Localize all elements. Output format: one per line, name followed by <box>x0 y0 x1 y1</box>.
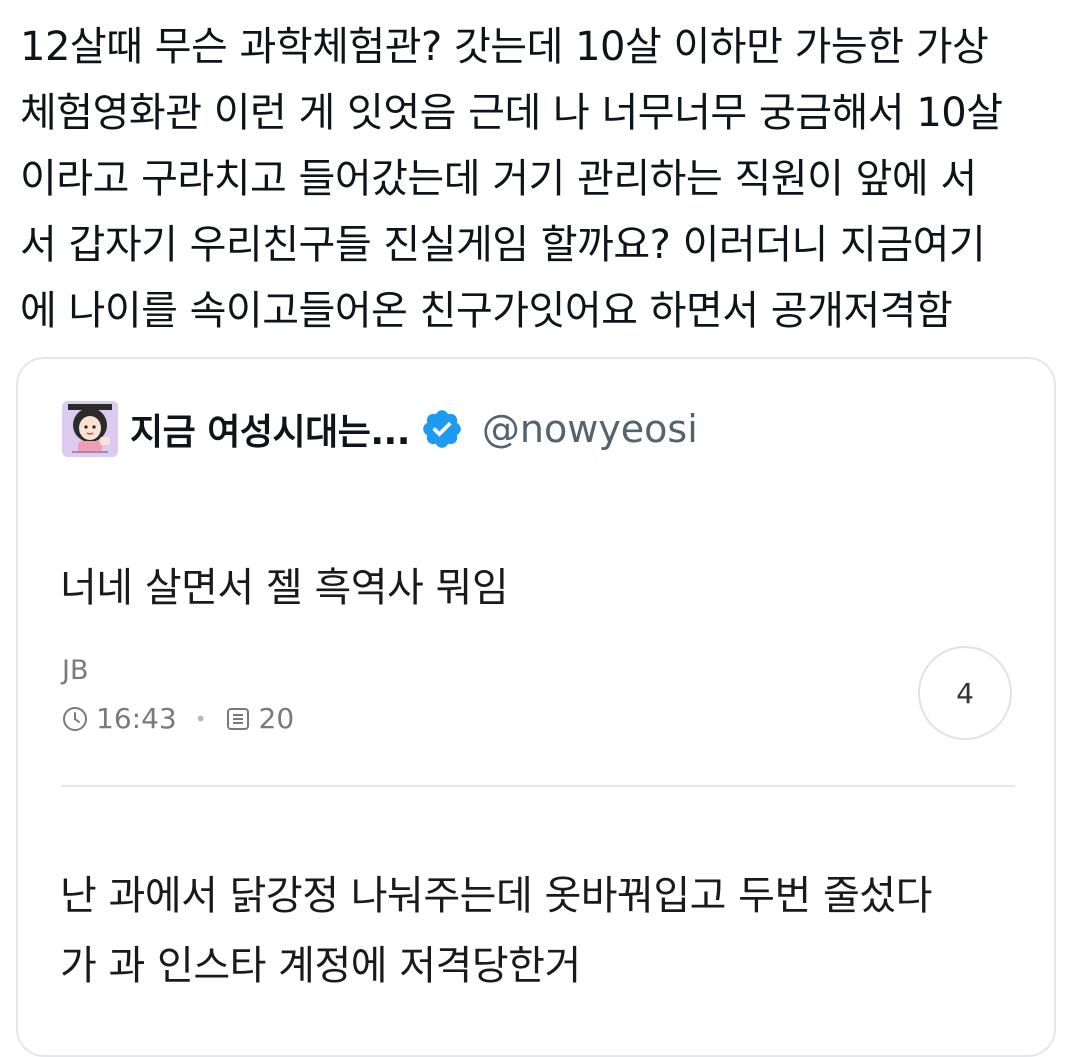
post-meta: 16:43 • 20 <box>62 702 294 735</box>
cartoon-girl-avatar-icon <box>62 401 118 457</box>
comment-count-button[interactable]: 4 <box>918 646 1012 740</box>
quoted-tweet-card[interactable]: 지금 여성시대는... @nowyeosi 너네 살면서 젤 흑역사 뭐임 JB… <box>16 357 1056 1057</box>
verified-badge-icon <box>423 410 461 448</box>
handle[interactable]: @nowyeosi <box>482 407 698 451</box>
post-time: 16:43 <box>96 702 177 735</box>
post-view-count: 20 <box>258 702 295 735</box>
separator-dot: • <box>194 706 207 731</box>
document-icon <box>226 707 249 730</box>
tweet-text-line: 서 갑자기 우리친구들 진실게임 할까요? 이러더니 지금여기 <box>20 222 986 268</box>
avatar[interactable] <box>62 401 118 457</box>
tweet-text-line: 이라고 구라치고 들어갔는데 거기 관리하는 직원이 앞에 서 <box>20 156 977 202</box>
quoted-tweet-header: 지금 여성시대는... @nowyeosi <box>62 397 698 461</box>
post-author: JB <box>62 655 89 686</box>
comment-text-line: 난 과에서 닭강정 나눠주는데 옷바꿔입고 두번 줄섰다 <box>60 873 932 919</box>
comment-count: 4 <box>956 676 974 710</box>
tweet-text-line: 12살때 무슨 과학체험관? 갓는데 10살 이하만 가능한 가상 <box>20 24 989 70</box>
clock-icon <box>63 706 87 731</box>
tweet-text-line: 에 나이를 속이고들어온 친구가잇어요 하면서 공개저격함 <box>20 288 953 334</box>
tweet-text-line: 체험영화관 이런 게 잇엇음 근데 나 너무너무 궁금해서 10살 <box>20 90 1003 136</box>
display-name[interactable]: 지금 여성시대는... <box>130 403 410 455</box>
comment-text-line: 가 과 인스타 계정에 저격당한거 <box>60 943 581 989</box>
tweet-text: 12살때 무슨 과학체험관? 갓는데 10살 이하만 가능한 가상 체험영화관 … <box>20 14 1060 344</box>
comment-text: 난 과에서 닭강정 나눠주는데 옷바꿔입고 두번 줄섰다 가 과 인스타 계정에… <box>60 861 932 1001</box>
post-title: 너네 살면서 젤 흑역사 뭐임 <box>60 565 509 611</box>
divider <box>62 785 1015 787</box>
